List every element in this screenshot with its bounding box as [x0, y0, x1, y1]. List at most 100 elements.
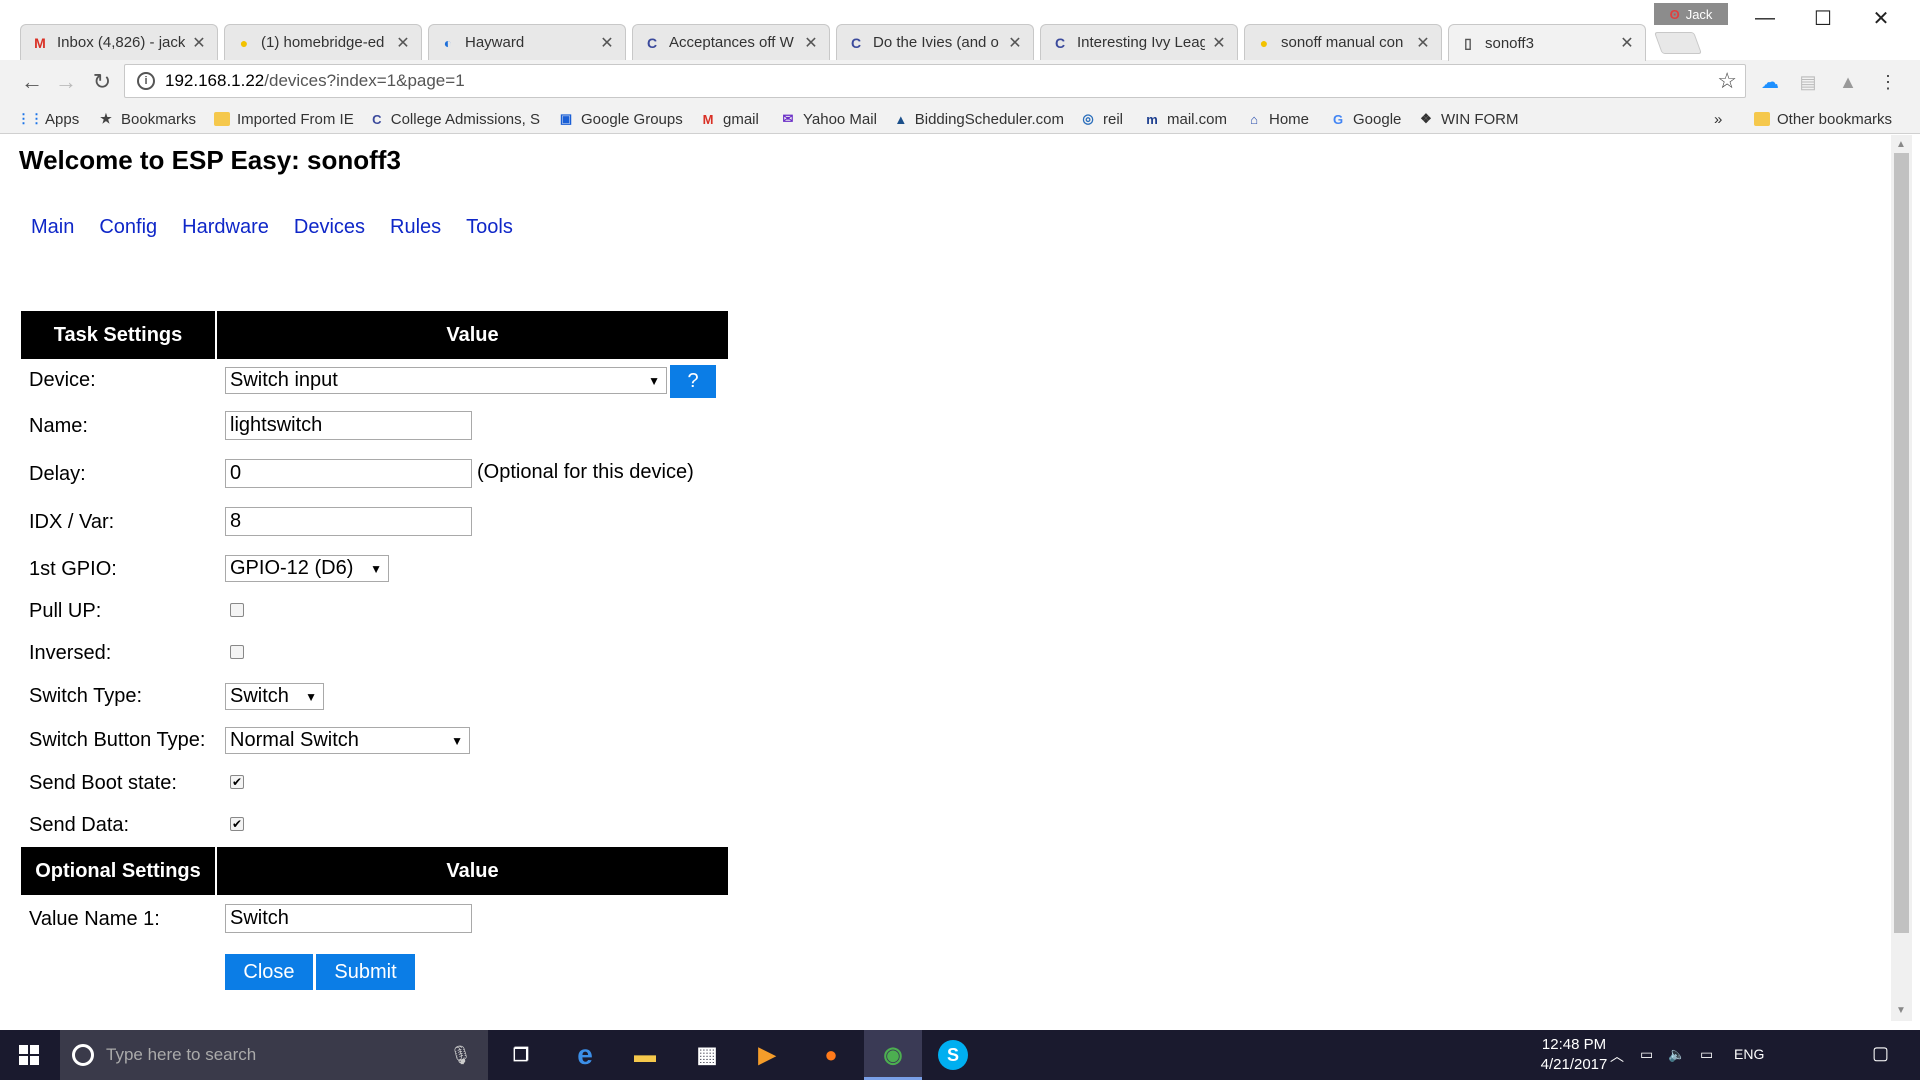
file-explorer-icon[interactable]: ▬: [628, 1038, 662, 1072]
bookmark-mailcom[interactable]: m mail.com: [1144, 108, 1227, 130]
bookmark-label: Bookmarks: [121, 110, 197, 128]
page-scrollbar[interactable]: ▲ ▼: [1891, 135, 1912, 1021]
menu-config[interactable]: Config: [99, 216, 157, 239]
battery-icon[interactable]: ▭: [1640, 1046, 1653, 1063]
tab-title: sonoff3: [1485, 34, 1534, 52]
bookmark-gmail[interactable]: M gmail: [700, 108, 759, 130]
help-button[interactable]: ?: [670, 365, 716, 398]
close-icon[interactable]: ✕: [1007, 33, 1023, 53]
window-close-icon[interactable]: ✕: [1852, 0, 1910, 36]
menu-rules[interactable]: Rules: [390, 216, 441, 239]
bidding-icon: ▲: [894, 111, 908, 127]
tab-ivies[interactable]: C Do the Ivies (and o ✕: [836, 24, 1034, 60]
menu-dots-icon[interactable]: ⋮: [1876, 70, 1900, 94]
bookmark-home[interactable]: ⌂ Home: [1246, 108, 1309, 130]
scroll-up-icon[interactable]: ▲: [1896, 139, 1906, 150]
close-icon[interactable]: ✕: [191, 33, 207, 53]
page-icon: ▯: [1464, 34, 1472, 51]
maximize-icon[interactable]: ☐: [1794, 0, 1852, 36]
send-data-checkbox[interactable]: ✔: [230, 817, 244, 831]
taskbar-search[interactable]: Type here to search 🎙: [60, 1030, 488, 1080]
minimize-icon[interactable]: —: [1736, 0, 1794, 36]
close-button[interactable]: Close: [225, 954, 313, 990]
pullup-label: Pull UP:: [29, 600, 102, 622]
close-icon[interactable]: ✕: [395, 33, 411, 53]
collegeconfidential-icon: C: [850, 34, 862, 51]
menu-devices[interactable]: Devices: [294, 216, 365, 239]
bookmark-win-form[interactable]: ❖ WIN FORM: [1418, 108, 1518, 130]
winform-icon: ❖: [1420, 111, 1432, 126]
tab-sonoff3[interactable]: ▯ sonoff3 ✕: [1448, 24, 1646, 61]
new-tab-button[interactable]: [1653, 32, 1703, 54]
tab-sonoff-manual[interactable]: ● sonoff manual con ✕: [1244, 24, 1442, 60]
store-icon[interactable]: ▦: [690, 1038, 724, 1072]
close-icon[interactable]: ✕: [1211, 33, 1227, 53]
bookmark-apps[interactable]: ⋮⋮ Apps: [17, 108, 79, 130]
tab-ivy-league[interactable]: C Interesting Ivy Leag ✕: [1040, 24, 1238, 60]
tab-acceptances[interactable]: C Acceptances off W ✕: [632, 24, 830, 60]
bookmark-label: Imported From IE: [237, 110, 354, 128]
start-button[interactable]: [0, 1030, 58, 1080]
bookmark-imported-from-ie[interactable]: Imported From IE: [214, 108, 354, 130]
boot-state-checkbox[interactable]: ✔: [230, 775, 244, 789]
bookmark-bookmarks[interactable]: ★ Bookmarks: [98, 108, 196, 130]
value-name-field[interactable]: [225, 904, 472, 933]
action-center-icon[interactable]: ▢: [1872, 1043, 1889, 1064]
close-icon[interactable]: ✕: [1415, 33, 1431, 53]
drive-extension-icon[interactable]: ▲: [1836, 70, 1860, 94]
task-view-icon[interactable]: ❐: [504, 1038, 538, 1072]
profile-button[interactable]: ʘ Jack: [1654, 3, 1728, 25]
other-bookmarks[interactable]: Other bookmarks: [1754, 108, 1892, 130]
menu-tools[interactable]: Tools: [466, 216, 513, 239]
system-clock[interactable]: 12:48 PM 4/21/2017: [1524, 1035, 1624, 1075]
bookmarks-overflow-icon[interactable]: »: [1714, 108, 1722, 130]
media-player-icon[interactable]: ▶: [750, 1038, 784, 1072]
close-icon[interactable]: ✕: [1619, 33, 1635, 53]
bookmark-yahoo-mail[interactable]: ✉ Yahoo Mail: [780, 108, 877, 130]
scroll-down-icon[interactable]: ▼: [1896, 1005, 1906, 1016]
menu-hardware[interactable]: Hardware: [182, 216, 269, 239]
cloud-extension-icon[interactable]: ☁: [1758, 70, 1782, 94]
bookmark-college-admissions[interactable]: C College Admissions, S: [370, 108, 540, 130]
device-select[interactable]: Switch input ▼: [225, 367, 667, 394]
switch-type-select[interactable]: Switch ▼: [225, 683, 324, 710]
microphone-icon[interactable]: 🎙: [449, 1045, 472, 1066]
close-icon[interactable]: ✕: [803, 33, 819, 53]
bookmark-reil[interactable]: ◎ reil: [1080, 108, 1123, 130]
scrollbar-thumb[interactable]: [1894, 153, 1909, 933]
tab-hayward[interactable]: ◐ Hayward ✕: [428, 24, 626, 60]
idx-field[interactable]: [225, 507, 472, 536]
tab-gmail[interactable]: M Inbox (4,826) - jack ✕: [20, 24, 218, 60]
bookmark-biddingscheduler[interactable]: ▲ BiddingScheduler.com: [894, 108, 1064, 130]
address-bar[interactable]: i 192.168.1.22/devices?index=1&page=1 ☆: [124, 64, 1746, 98]
skype-icon[interactable]: S: [938, 1040, 968, 1070]
network-icon[interactable]: ▭: [1700, 1046, 1713, 1063]
apps-grid-icon: ⋮⋮: [17, 111, 43, 126]
value-name-label: Value Name 1:: [29, 908, 160, 930]
volume-icon[interactable]: 🔈: [1668, 1046, 1685, 1063]
menu-main[interactable]: Main: [31, 216, 74, 239]
firefox-icon[interactable]: ●: [814, 1038, 848, 1072]
tab-homebridge[interactable]: ● (1) homebridge-ed ✕: [224, 24, 422, 60]
pullup-checkbox[interactable]: [230, 603, 244, 617]
bookmark-google-groups[interactable]: ▣ Google Groups: [558, 108, 683, 130]
back-arrow-icon[interactable]: ←: [18, 68, 46, 96]
bookmark-google[interactable]: G Google: [1330, 108, 1401, 130]
gpio-select-value: GPIO-12 (D6): [230, 557, 354, 579]
name-field[interactable]: [225, 411, 472, 440]
windows-logo-icon: [19, 1045, 39, 1065]
reload-icon[interactable]: ↻: [88, 68, 116, 96]
extension-icon[interactable]: ▤: [1796, 70, 1820, 94]
info-icon[interactable]: i: [137, 72, 155, 90]
close-icon[interactable]: ✕: [599, 33, 615, 53]
delay-field[interactable]: [225, 459, 472, 488]
cortana-icon: [72, 1044, 94, 1066]
edge-icon[interactable]: e: [568, 1038, 602, 1072]
gpio-select[interactable]: GPIO-12 (D6) ▼: [225, 555, 389, 582]
submit-button[interactable]: Submit: [316, 954, 415, 990]
language-indicator[interactable]: ENG: [1734, 1046, 1764, 1062]
bookmark-star-icon[interactable]: ☆: [1717, 68, 1737, 94]
button-type-select[interactable]: Normal Switch ▼: [225, 727, 470, 754]
forward-arrow-icon[interactable]: →: [52, 68, 80, 96]
inversed-checkbox[interactable]: [230, 645, 244, 659]
